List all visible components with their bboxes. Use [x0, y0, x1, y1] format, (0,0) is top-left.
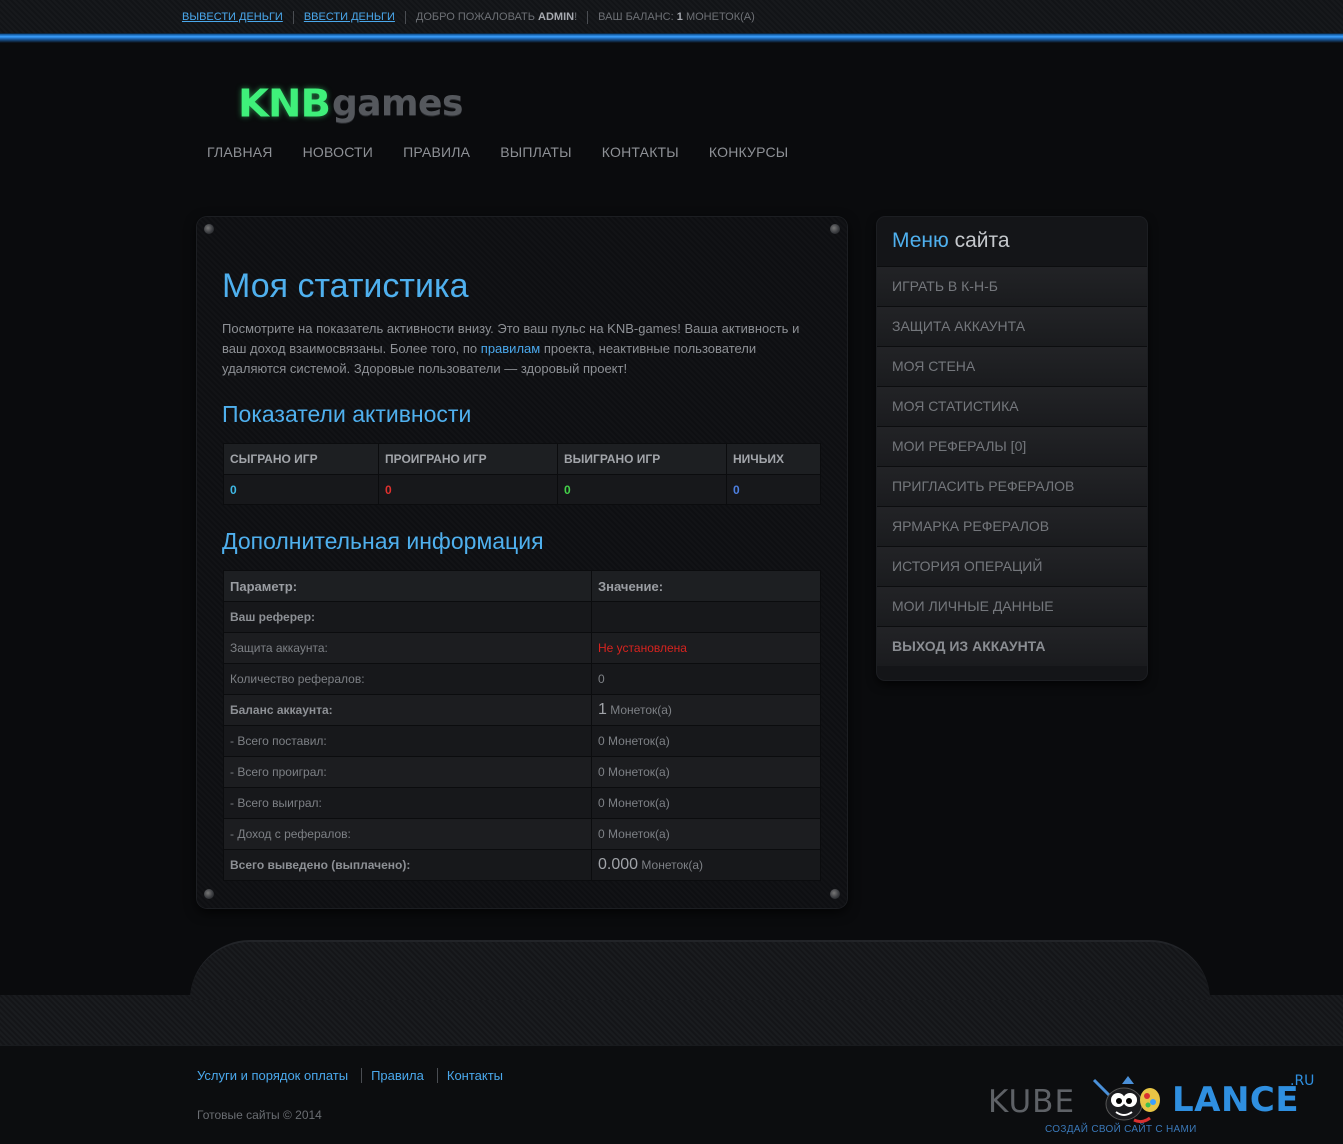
site-logo[interactable]: KNB games — [238, 78, 463, 124]
welcome-text: Добро пожаловать admin! — [404, 10, 587, 24]
total-withdrawn: 0.000 — [598, 856, 639, 873]
footer-decoration — [0, 940, 1343, 1045]
col-won: Выиграно игр — [557, 443, 727, 475]
nav-contacts[interactable]: Контакты — [602, 144, 679, 160]
nav-contests[interactable]: Конкурсы — [709, 144, 789, 160]
account-protection-status: Не установлена — [591, 632, 821, 664]
mascot-icon — [1092, 1076, 1160, 1124]
sidebar-item-play[interactable]: Играть в К-Н-Б — [877, 266, 1147, 306]
table-row: Всего выведено (выплачено): 0.000 Монето… — [223, 849, 821, 881]
col-parameter: Параметр: — [223, 570, 592, 602]
referrer-value — [591, 601, 821, 633]
page-title: Моя статистика — [222, 267, 469, 305]
nav-rules[interactable]: Правила — [403, 144, 470, 160]
sidebar-item-history[interactable]: История операций — [877, 546, 1147, 586]
rivet-icon — [830, 224, 840, 234]
nav-home[interactable]: Главная — [207, 144, 273, 160]
sidebar-item-referral-market[interactable]: Ярмарка рефералов — [877, 506, 1147, 546]
won-value: 0 — [557, 474, 727, 505]
activity-table: Сыграно игр Проиграно игр Выиграно игр Н… — [223, 443, 821, 505]
intro-text: Посмотрите на показатель активности вниз… — [222, 321, 800, 376]
content-panel: Моя статистика Посмотрите на показатель … — [197, 217, 847, 908]
footer-link-contacts[interactable]: Контакты — [436, 1068, 516, 1083]
sidebar-item-my-wall[interactable]: Моя стена — [877, 346, 1147, 386]
logo-games-text: games — [331, 83, 463, 124]
table-row: Ваш реферер: — [223, 601, 821, 633]
logo-knb-text: KNB — [238, 82, 331, 126]
footer-links: Услуги и порядок оплаты Правила Контакты — [197, 1068, 516, 1083]
username: admin — [538, 10, 575, 23]
table-row: - Доход с рефералов: 0 Монеток(а) — [223, 818, 821, 850]
col-played: Сыграно игр — [223, 443, 379, 475]
footer-link-services[interactable]: Услуги и порядок оплаты — [197, 1068, 361, 1083]
table-row: - Всего выиграл: 0 Монеток(а) — [223, 787, 821, 819]
table-row: Защита аккаунта: Не установлена — [223, 632, 821, 664]
sidebar-item-invite-referrals[interactable]: Пригласить рефералов — [877, 466, 1147, 506]
site-menu-title: Меню сайта — [892, 229, 1010, 252]
sidebar-item-my-stats[interactable]: Моя статистика — [877, 386, 1147, 426]
rules-link[interactable]: правилам — [481, 341, 540, 356]
withdraw-link[interactable]: Вывести деньги — [182, 11, 283, 23]
referrals-count: 0 — [591, 663, 821, 695]
rivet-icon — [204, 224, 214, 234]
top-bar-links: Вывести деньги Ввести деньги Добро пожал… — [182, 10, 765, 24]
col-value: Значение: — [591, 570, 821, 602]
site-menu: Меню сайта Играть в К-Н-Б Защита аккаунт… — [877, 217, 1147, 680]
sidebar-item-personal-data[interactable]: Мои личные данные — [877, 586, 1147, 626]
rivet-icon — [204, 889, 214, 899]
extra-info-table: Параметр: Значение: Ваш реферер: Защита … — [223, 570, 821, 881]
sidebar-item-logout[interactable]: Выход из аккаунта — [877, 626, 1147, 666]
draws-value: 0 — [726, 474, 821, 505]
rivet-icon — [830, 889, 840, 899]
kubelance-logo[interactable]: KUBE LANCE .RU создай свой сайт с нами — [988, 1068, 1318, 1138]
col-lost: Проиграно игр — [378, 443, 558, 475]
footer-copyright: Готовые сайты © 2014 — [197, 1108, 322, 1122]
extra-title: Дополнительная информация — [222, 528, 544, 554]
balance-text: Ваш баланс: 1 Монеток(а) — [587, 10, 765, 24]
lost-value: 0 — [378, 474, 558, 505]
balance-amount: 1 — [598, 701, 607, 718]
table-row: Количество рефералов: 0 — [223, 663, 821, 695]
sidebar-item-account-protection[interactable]: Защита аккаунта — [877, 306, 1147, 346]
top-bar: Вывести деньги Ввести деньги Добро пожал… — [0, 0, 1343, 34]
played-value: 0 — [223, 474, 379, 505]
sidebar-item-my-referrals[interactable]: Мои рефералы [0] — [877, 426, 1147, 466]
table-row: - Всего поставил: 0 Монеток(а) — [223, 725, 821, 757]
nav-payouts[interactable]: Выплаты — [500, 144, 572, 160]
top-bar-glow — [0, 34, 1343, 43]
balance-value: 1 — [676, 10, 683, 23]
footer: Услуги и порядок оплаты Правила Контакты… — [0, 1045, 1343, 1144]
activity-title: Показатели активности — [222, 401, 472, 427]
table-row: - Всего проиграл: 0 Монеток(а) — [223, 756, 821, 788]
table-row: Баланс аккаунта: 1 Монеток(а) — [223, 694, 821, 726]
main-nav: Главная Новости Правила Выплаты Контакты… — [207, 144, 818, 160]
deposit-link[interactable]: Ввести деньги — [304, 11, 395, 23]
col-draws: Ничьих — [726, 443, 821, 475]
footer-link-rules[interactable]: Правила — [361, 1068, 437, 1083]
nav-news[interactable]: Новости — [303, 144, 373, 160]
